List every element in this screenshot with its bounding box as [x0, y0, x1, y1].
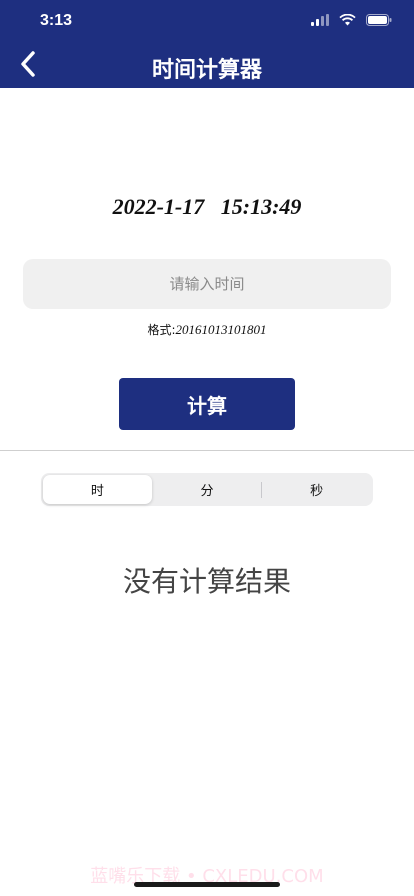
calculate-button[interactable]: 计算: [119, 378, 295, 430]
home-indicator: [134, 882, 280, 887]
time-input[interactable]: [23, 259, 391, 309]
format-hint-value: 20161013101801: [175, 322, 267, 337]
signal-icon: [311, 14, 329, 26]
segment-hour[interactable]: 时: [43, 475, 152, 504]
segment-minute[interactable]: 分: [153, 475, 262, 504]
empty-result-text: 没有计算结果: [122, 565, 291, 598]
format-hint-label: 格式:: [147, 323, 176, 337]
nav-bar: 3:13 时间计算器: [0, 0, 414, 88]
page-title: 时间计算器: [151, 58, 262, 83]
status-bar-time: 3:13: [40, 12, 73, 29]
divider: [0, 450, 414, 451]
format-hint: 格式:20161013101801: [0, 321, 414, 338]
wifi-icon: [339, 14, 356, 26]
segment-second[interactable]: 秒: [262, 475, 371, 504]
status-bar-icons: [311, 14, 392, 26]
unit-segmented-control: 时 分 秒: [41, 473, 373, 506]
time-input-container[interactable]: [23, 259, 391, 309]
current-datetime: 2022-1-17 15:13:49: [112, 194, 302, 219]
battery-icon: [366, 14, 392, 26]
